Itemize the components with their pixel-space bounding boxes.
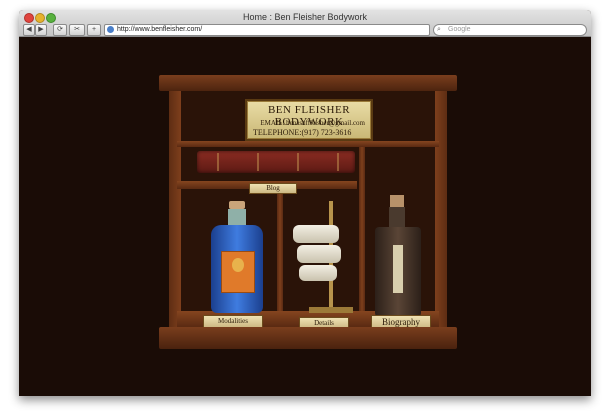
deity-face	[232, 258, 244, 272]
book-band	[337, 153, 339, 171]
back-button[interactable]: ◀	[23, 24, 35, 36]
brown-bottle[interactable]	[375, 195, 421, 317]
antique-book[interactable]	[197, 151, 355, 173]
address-text: http://www.benfleisher.com/	[117, 26, 203, 33]
globe-icon	[107, 26, 114, 33]
shelf-divider-left	[277, 189, 283, 311]
bottle-cork	[229, 201, 245, 209]
blue-bottle[interactable]	[211, 201, 263, 313]
bottle-neck	[228, 209, 246, 225]
vertebra	[297, 245, 341, 263]
model-base	[309, 307, 353, 313]
vertebrae-model[interactable]	[289, 201, 359, 313]
back-arrow-icon: ◀	[26, 26, 32, 33]
book-band	[297, 153, 299, 171]
reload-icon: ⟳	[57, 26, 63, 33]
curio-cabinet: BEN FLEISHER BODYWORK EMAIL: benasufflei…	[159, 75, 457, 353]
deity-image	[221, 251, 255, 293]
book-band	[257, 153, 259, 171]
bottle-label	[393, 245, 403, 293]
bookmarks-icon: ✂	[74, 26, 80, 33]
cabinet-right-side	[435, 91, 447, 327]
bottle-cork	[390, 195, 404, 207]
bookmarks-button[interactable]: ✂	[69, 24, 85, 36]
upper-shelf	[177, 141, 439, 147]
browser-window: Home : Ben Fleisher Bodywork ◀ ▶ ⟳ ✂ + h…	[19, 10, 591, 396]
page-content: BEN FLEISHER BODYWORK EMAIL: benasufflei…	[19, 37, 591, 396]
forward-button[interactable]: ▶	[35, 24, 47, 36]
forward-arrow-icon: ▶	[38, 26, 44, 33]
bottle-neck	[389, 207, 405, 227]
shelf-divider-right	[359, 147, 365, 311]
email-text[interactable]: EMAIL: benasuffleisher@gmail.com	[260, 119, 365, 127]
add-tab-icon: +	[91, 26, 97, 33]
search-field[interactable]: ⌕ Google	[433, 24, 587, 36]
search-icon: ⌕	[437, 26, 441, 33]
cabinet-left-side	[169, 91, 181, 327]
address-bar[interactable]: http://www.benfleisher.com/	[104, 24, 430, 36]
cabinet-top	[159, 75, 457, 91]
blog-link[interactable]: Blog	[249, 183, 297, 194]
reload-button[interactable]: ⟳	[53, 24, 67, 36]
business-nameplate: BEN FLEISHER BODYWORK EMAIL: benasufflei…	[245, 99, 373, 141]
window-title: Home : Ben Fleisher Bodywork	[242, 12, 368, 22]
vertebra	[293, 225, 339, 243]
phone-text: TELEPHONE:(917) 723-3616	[253, 128, 352, 137]
cabinet-base	[159, 327, 457, 349]
book-band	[217, 153, 219, 171]
title-bar: Home : Ben Fleisher Bodywork ◀ ▶ ⟳ ✂ + h…	[19, 10, 591, 37]
search-placeholder: Google	[448, 26, 471, 33]
add-bookmark-button[interactable]: +	[87, 24, 101, 36]
vertebra	[299, 265, 337, 281]
